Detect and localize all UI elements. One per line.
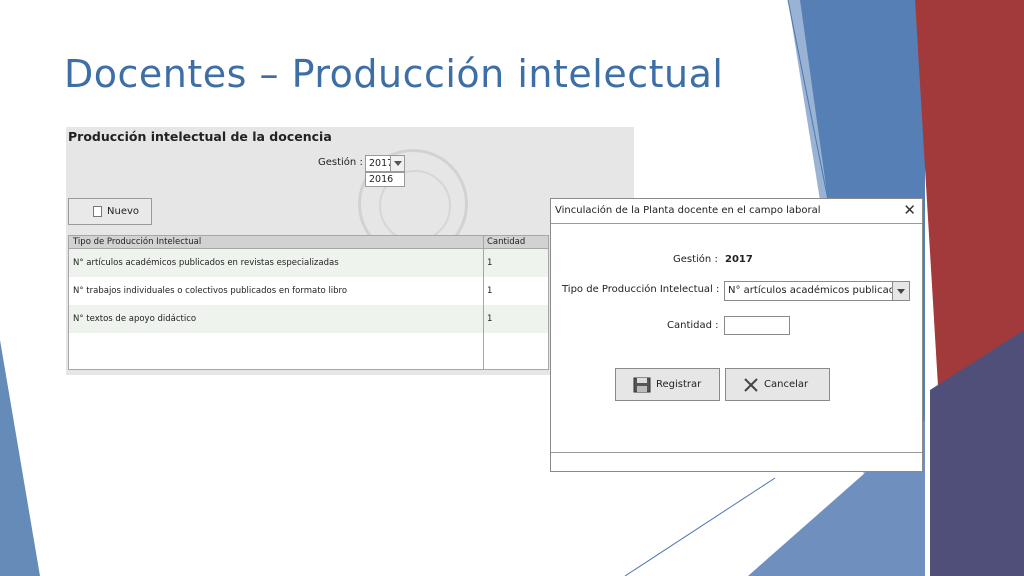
gestion-dropdown-list: 2016 bbox=[365, 172, 405, 187]
cantidad-input[interactable] bbox=[724, 316, 790, 335]
tipo-produccion-selected-value: N° artículos académicos publicados bbox=[728, 285, 907, 296]
new-button[interactable]: Nuevo bbox=[68, 198, 152, 225]
table-row[interactable]: N° artículos académicos publicados en re… bbox=[69, 249, 548, 277]
gestion-label: Gestión : bbox=[318, 157, 363, 168]
gestion-option[interactable]: 2016 bbox=[369, 174, 393, 185]
table-header: Tipo de Producción Intelectual Cantidad bbox=[69, 236, 548, 249]
cell-cantidad: 1 bbox=[487, 314, 493, 324]
column-header-cantidad[interactable]: Cantidad bbox=[487, 237, 525, 247]
production-panel: Producción intelectual de la docencia Ge… bbox=[66, 127, 634, 375]
dialog-gestion-value: 2017 bbox=[725, 254, 753, 265]
x-cancel-icon bbox=[744, 378, 758, 392]
table-row-empty bbox=[69, 333, 548, 361]
cell-tipo: N° artículos académicos publicados en re… bbox=[73, 258, 339, 268]
dialog-cantidad-label: Cantidad : bbox=[667, 320, 719, 331]
table-row[interactable]: N° textos de apoyo didáctico 1 bbox=[69, 305, 548, 333]
dialog-title: Vinculación de la Planta docente en el c… bbox=[555, 205, 821, 216]
deco-left-stripe bbox=[0, 340, 40, 576]
vinculacion-dialog: Vinculación de la Planta docente en el c… bbox=[550, 198, 923, 472]
cell-cantidad: 1 bbox=[487, 286, 493, 296]
chevron-down-icon[interactable] bbox=[390, 156, 404, 171]
cancel-button-label: Cancelar bbox=[764, 379, 809, 390]
register-button-label: Registrar bbox=[656, 379, 702, 390]
new-button-label: Nuevo bbox=[107, 206, 140, 217]
dialog-titlebar: Vinculación de la Planta docente en el c… bbox=[551, 199, 922, 224]
column-header-tipo[interactable]: Tipo de Producción Intelectual bbox=[73, 237, 201, 247]
production-table: Tipo de Producción Intelectual Cantidad … bbox=[68, 235, 549, 370]
cancel-button[interactable]: Cancelar bbox=[725, 368, 830, 401]
cell-tipo: N° textos de apoyo didáctico bbox=[73, 314, 197, 324]
register-button[interactable]: Registrar bbox=[615, 368, 720, 401]
slide-title: Docentes – Producción intelectual bbox=[64, 52, 724, 96]
chevron-down-icon[interactable] bbox=[892, 282, 909, 300]
dialog-statusbar bbox=[551, 452, 922, 471]
close-icon[interactable]: ✕ bbox=[903, 201, 916, 219]
dialog-tipo-label: Tipo de Producción Intelectual : bbox=[562, 284, 720, 295]
deco-line bbox=[624, 477, 776, 576]
cell-tipo: N° trabajos individuales o colectivos pu… bbox=[73, 286, 348, 296]
floppy-disk-icon bbox=[633, 377, 651, 393]
dialog-gestion-label: Gestión : bbox=[673, 254, 718, 265]
tipo-produccion-select[interactable]: N° artículos académicos publicados bbox=[724, 281, 910, 301]
cell-cantidad: 1 bbox=[487, 258, 493, 268]
gestion-select[interactable]: 2017 bbox=[365, 155, 405, 172]
document-icon bbox=[93, 206, 102, 217]
column-divider bbox=[483, 236, 484, 369]
panel-title: Producción intelectual de la docencia bbox=[68, 129, 332, 144]
table-row[interactable]: N° trabajos individuales o colectivos pu… bbox=[69, 277, 548, 305]
